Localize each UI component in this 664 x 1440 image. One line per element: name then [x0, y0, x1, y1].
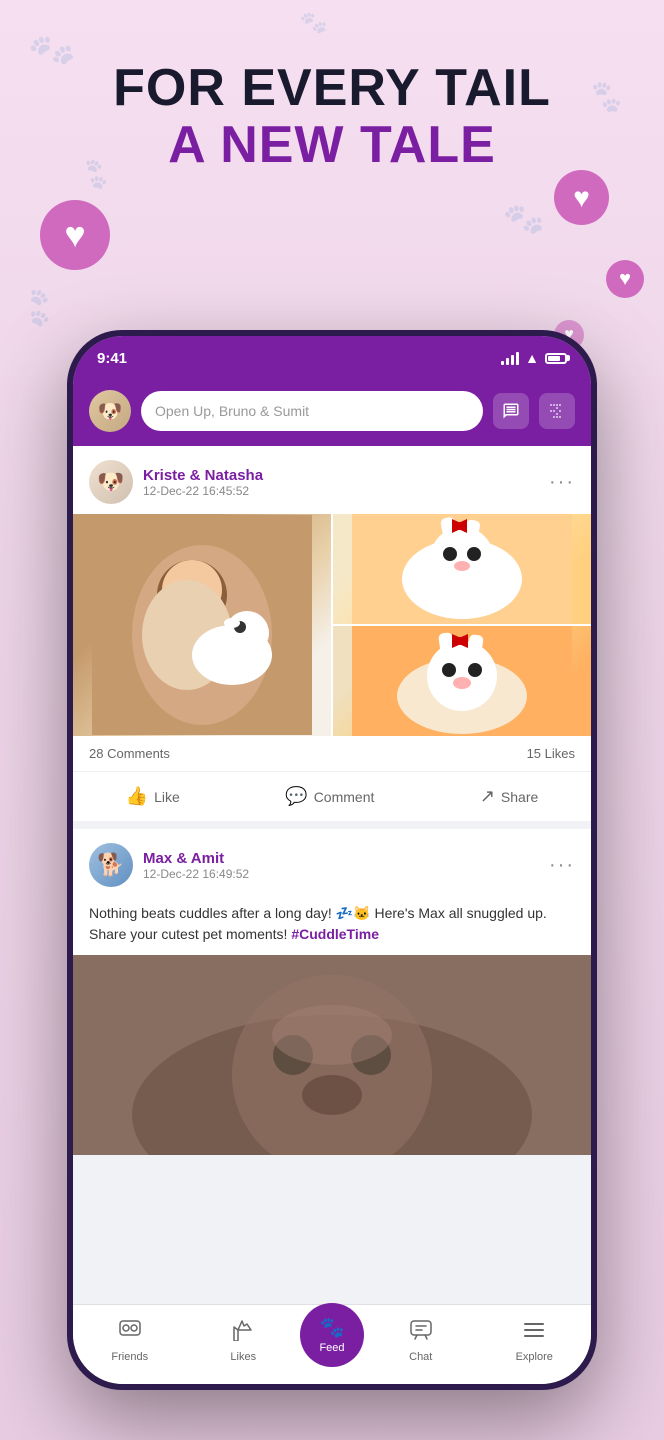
post-more-button-2[interactable]: ··· — [549, 854, 575, 877]
battery-icon — [545, 353, 567, 364]
post-image-large — [73, 955, 591, 1155]
like-button[interactable]: 👍 Like — [106, 776, 200, 817]
friends-label: Friends — [111, 1351, 148, 1363]
comment-icon: 💬 — [285, 786, 307, 807]
post-header: 🐶 Kriste & Natasha 12-Dec-22 16:45:52 ··… — [73, 446, 591, 514]
phone-screen: 9:41 ▲ 🐶 Open Up, Bruno & Sumit — [73, 336, 591, 1384]
like-icon: 👍 — [126, 786, 148, 807]
likes-icon — [231, 1319, 255, 1347]
feed-icon: 🐾 — [320, 1315, 345, 1340]
post-meta-2: Max & Amit 12-Dec-22 16:49:52 — [143, 850, 539, 881]
filter-button[interactable] — [539, 393, 575, 429]
post-photo-grid — [73, 514, 591, 736]
photo-cell-main[interactable] — [73, 514, 331, 736]
post-text: Nothing beats cuddles after a long day! … — [73, 897, 591, 955]
post-time: 12-Dec-22 16:45:52 — [143, 484, 539, 498]
status-bar: 9:41 ▲ — [73, 336, 591, 380]
like-label: Like — [154, 789, 180, 805]
friends-icon — [118, 1319, 142, 1347]
share-label: Share — [501, 789, 538, 805]
comments-count: 28 Comments — [89, 746, 170, 761]
post-author: Kriste & Natasha — [143, 467, 539, 484]
nav-chat[interactable]: Chat — [364, 1319, 478, 1371]
status-indicators: ▲ — [501, 350, 567, 366]
search-bar: 🐶 Open Up, Bruno & Sumit — [73, 380, 591, 446]
share-icon: ↗ — [480, 786, 495, 807]
phone-frame: 9:41 ▲ 🐶 Open Up, Bruno & Sumit — [67, 330, 597, 1390]
hero-section: FOR EVERY TAIL A NEW TALE — [0, 60, 664, 174]
likes-count: 15 Likes — [527, 746, 575, 761]
post-more-button[interactable]: ··· — [549, 471, 575, 494]
nav-friends[interactable]: Friends — [73, 1319, 187, 1371]
post-author-2: Max & Amit — [143, 850, 539, 867]
chat-label: Chat — [409, 1351, 432, 1363]
nav-likes[interactable]: Likes — [187, 1319, 301, 1371]
likes-label: Likes — [230, 1351, 256, 1363]
wifi-icon: ▲ — [525, 350, 539, 366]
post-stats: 28 Comments 15 Likes — [73, 736, 591, 772]
photo-cell-top[interactable] — [333, 514, 591, 624]
comment-label: Comment — [314, 789, 375, 805]
chat-icon — [409, 1319, 433, 1347]
explore-icon — [522, 1319, 546, 1347]
search-input[interactable]: Open Up, Bruno & Sumit — [141, 391, 483, 431]
bottom-nav: Friends Likes 🐾 Feed — [73, 1304, 591, 1384]
status-time: 9:41 — [97, 350, 127, 367]
nav-explore[interactable]: Explore — [478, 1319, 592, 1371]
post-actions: 👍 Like 💬 Comment ↗ Share — [73, 772, 591, 821]
hero-line2: A NEW TALE — [0, 117, 664, 174]
post-card-2: 🐕 Max & Amit 12-Dec-22 16:49:52 ··· Noth… — [73, 829, 591, 1155]
hashtag[interactable]: #CuddleTime — [291, 926, 379, 942]
user-avatar[interactable]: 🐶 — [89, 390, 131, 432]
search-actions — [493, 393, 575, 429]
post-avatar-2[interactable]: 🐕 — [89, 843, 133, 887]
explore-label: Explore — [516, 1351, 553, 1363]
post-meta: Kriste & Natasha 12-Dec-22 16:45:52 — [143, 467, 539, 498]
share-button[interactable]: ↗ Share — [460, 776, 558, 817]
post-header-2: 🐕 Max & Amit 12-Dec-22 16:49:52 ··· — [73, 829, 591, 897]
feed-content: 🐶 Kriste & Natasha 12-Dec-22 16:45:52 ··… — [73, 446, 591, 1306]
comment-button[interactable]: 💬 Comment — [265, 776, 394, 817]
post-time-2: 12-Dec-22 16:49:52 — [143, 867, 539, 881]
compose-button[interactable] — [493, 393, 529, 429]
hero-line1: FOR EVERY TAIL — [0, 60, 664, 117]
post-avatar[interactable]: 🐶 — [89, 460, 133, 504]
photo-cell-bottom[interactable] — [333, 626, 591, 736]
nav-feed[interactable]: 🐾 Feed — [300, 1303, 364, 1367]
post-card: 🐶 Kriste & Natasha 12-Dec-22 16:45:52 ··… — [73, 446, 591, 821]
signal-icon — [501, 351, 519, 365]
feed-label: Feed — [319, 1342, 344, 1354]
